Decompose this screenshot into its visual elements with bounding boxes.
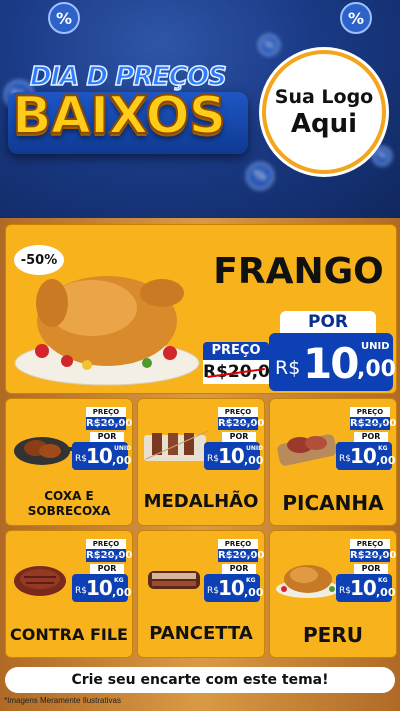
- offers-board: -50% FRANGO PREÇO R$20,00 POR R$ 10 UNID…: [0, 218, 400, 711]
- new-price-label: POR: [354, 432, 388, 442]
- percent-icon: %: [48, 2, 80, 34]
- currency: R$: [275, 357, 301, 379]
- price-integer: 10: [86, 576, 113, 600]
- product-card: PREÇO R$20,00 POR R$ 10 KG ,00 PANCETTA: [137, 530, 265, 658]
- product-name: CONTRA FILE: [10, 625, 128, 644]
- product-card: PREÇO R$20,00 POR R$ 10 UNID ,00 MEDALHÃ…: [137, 398, 265, 526]
- product-name: COXA E SOBRECOXA: [27, 489, 111, 518]
- price-cents: ,00: [357, 357, 396, 382]
- chicken-pan-icon: [14, 437, 80, 465]
- old-price: R$20,00: [203, 360, 282, 384]
- new-price-box: R$ 10 KG ,00: [204, 574, 264, 602]
- product-name: PERU: [303, 623, 363, 647]
- new-price-label: POR: [222, 564, 256, 574]
- turkey-icon: [276, 565, 340, 598]
- price-unit: UNID: [361, 341, 390, 352]
- price-cents: ,00: [376, 454, 396, 467]
- product-card: PREÇO R$20,00 POR R$ 10 KG ,00 PICANHA: [269, 398, 397, 526]
- price-unit: KG: [246, 577, 256, 584]
- price-cents: ,00: [376, 586, 396, 599]
- pancetta-icon: [148, 571, 200, 589]
- percent-icon: %: [258, 34, 280, 56]
- price-integer: 10: [303, 339, 359, 388]
- old-price-box: PREÇO R$20,00: [86, 539, 133, 562]
- price-integer: 10: [218, 444, 245, 468]
- title-line-2: BAIXOS: [11, 85, 227, 147]
- logo-placeholder: Sua Logo Aqui: [262, 50, 386, 174]
- campaign-title: DIA D PREÇOS BAIXOS: [8, 61, 254, 162]
- old-price: R$20,00: [350, 549, 397, 562]
- price-unit: KG: [378, 445, 388, 452]
- new-price-label: POR: [280, 311, 376, 333]
- new-price-box: R$ 10 UNID ,00: [269, 333, 396, 391]
- old-price-label: PREÇO: [218, 539, 258, 549]
- logo-text-line-1: Sua Logo: [274, 86, 374, 108]
- price-unit: UNID: [114, 445, 132, 452]
- discount-badge: -50%: [14, 245, 64, 275]
- new-price-box: R$ 10 KG ,00: [336, 442, 396, 470]
- steak-board-icon: [277, 434, 337, 466]
- header-banner: % % % % % % DIA D PREÇOS BAIXOS Sua Logo…: [0, 0, 400, 218]
- percent-icon: %: [340, 2, 372, 34]
- price-cents: ,00: [112, 586, 132, 599]
- new-price-label: POR: [90, 432, 124, 442]
- price-cents: ,00: [244, 586, 264, 599]
- price-integer: 10: [350, 444, 377, 468]
- new-price-box: R$ 10 KG ,00: [72, 574, 132, 602]
- price-unit: UNID: [246, 445, 264, 452]
- price-unit: KG: [378, 577, 388, 584]
- featured-product-card: -50% FRANGO PREÇO R$20,00 POR R$ 10 UNID…: [5, 224, 397, 394]
- old-price-label: PREÇO: [218, 407, 258, 417]
- old-price-box: PREÇO R$20,00: [218, 407, 265, 430]
- price-unit: KG: [114, 577, 124, 584]
- old-price-label: PREÇO: [350, 407, 390, 417]
- product-card: PREÇO R$20,00 POR R$ 10 KG ,00 PERU: [269, 530, 397, 658]
- cta-banner[interactable]: Crie seu encarte com este tema!: [5, 667, 395, 693]
- product-card: PREÇO R$20,00 POR R$ 10 KG ,00 CONTRA FI…: [5, 530, 133, 658]
- steak-icon: [14, 566, 66, 596]
- product-card: PREÇO R$20,00 POR R$ 10 UNID ,00 COXA E …: [5, 398, 133, 526]
- new-price-label: POR: [354, 564, 388, 574]
- old-price: R$20,00: [218, 549, 265, 562]
- old-price-label: PREÇO: [86, 407, 126, 417]
- old-price-label: PREÇO: [86, 539, 126, 549]
- old-price: R$20,00: [350, 417, 397, 430]
- price-integer: 10: [218, 576, 245, 600]
- old-price-box: PREÇO R$20,00: [203, 342, 282, 386]
- product-name: MEDALHÃO: [143, 491, 259, 512]
- price-integer: 10: [350, 576, 377, 600]
- new-price-label: POR: [222, 432, 256, 442]
- price-cents: ,00: [244, 454, 264, 467]
- old-price: R$20,00: [86, 549, 133, 562]
- new-price-box: R$ 10 UNID ,00: [72, 442, 132, 470]
- product-name: PICANHA: [282, 491, 384, 515]
- new-price-box: R$ 10 UNID ,00: [204, 442, 264, 470]
- old-price: R$20,00: [86, 417, 133, 430]
- percent-icon: %: [372, 146, 392, 166]
- old-price-box: PREÇO R$20,00: [350, 539, 397, 562]
- old-price-label: PREÇO: [203, 342, 269, 360]
- product-name: PANCETTA: [149, 623, 253, 644]
- old-price-box: PREÇO R$20,00: [218, 539, 265, 562]
- old-price-box: PREÇO R$20,00: [350, 407, 397, 430]
- price-cents: ,00: [112, 454, 132, 467]
- new-price-label: POR: [90, 564, 124, 574]
- featured-product-name: FRANGO: [213, 251, 384, 292]
- old-price-box: PREÇO R$20,00: [86, 407, 133, 430]
- new-price-box: R$ 10 KG ,00: [336, 574, 396, 602]
- percent-icon: %: [246, 162, 274, 190]
- old-price: R$20,00: [218, 417, 265, 430]
- disclaimer-text: *Imagens Meramente Ilustrativas: [4, 696, 121, 705]
- skewers-icon: [144, 430, 209, 461]
- old-price-label: PREÇO: [350, 539, 390, 549]
- logo-text-line-2: Aqui: [290, 109, 358, 139]
- price-integer: 10: [86, 444, 113, 468]
